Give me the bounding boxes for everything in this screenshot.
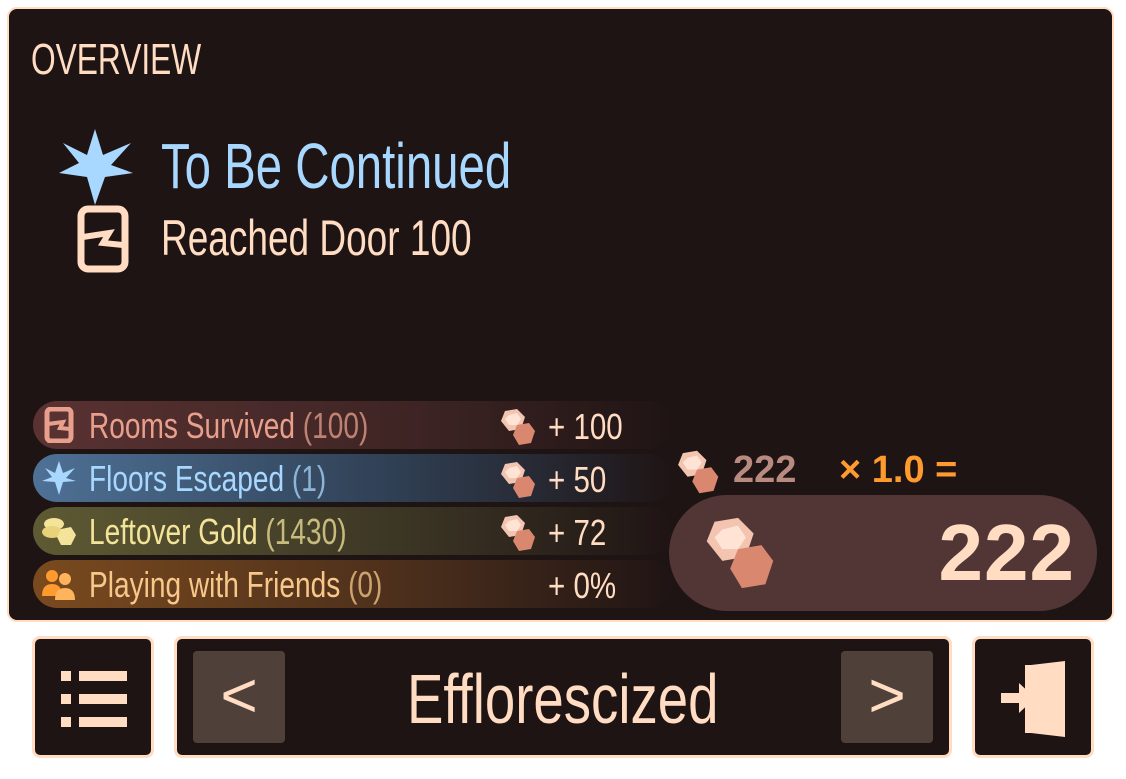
result-title: To Be Continued (161, 130, 512, 202)
exit-button[interactable] (972, 636, 1094, 758)
result-subtitle-row: Reached Door 100 (77, 205, 472, 275)
stat-row-floors: Floors Escaped (1) + 50 (33, 454, 673, 502)
stat-label-rooms: Rooms Survived (100) (89, 405, 369, 446)
room-name: Efflorescized (407, 660, 719, 738)
stat-value-friends: + 0% (548, 565, 617, 606)
knobs-icon (706, 517, 774, 589)
stat-value-gold: + 72 (548, 512, 607, 553)
overview-title: OVERVIEW (31, 35, 202, 84)
stat-row-rooms: Rooms Survived (100) + 100 (33, 401, 673, 449)
knobs-icon (501, 462, 535, 498)
star-icon (42, 461, 76, 495)
stat-value-floors: + 50 (548, 459, 607, 500)
stat-row-gold: Leftover Gold (1430) + 72 (33, 507, 673, 555)
knobs-icon (501, 409, 535, 445)
knobs-icon (501, 515, 535, 551)
total-box: 222 (669, 495, 1097, 611)
total-value: 222 (938, 508, 1075, 597)
result-title-row: To Be Continued (55, 127, 511, 207)
gold-coins-icon (42, 518, 76, 545)
next-room-button[interactable]: > (841, 651, 933, 743)
list-icon (61, 671, 127, 727)
knobs-icon (678, 450, 719, 494)
door-icon (44, 407, 74, 443)
stat-label-gold: Leftover Gold (1430) (89, 511, 347, 552)
friends-icon (42, 570, 75, 600)
stat-value-rooms: + 100 (548, 406, 623, 447)
subtotal: 222 (733, 449, 797, 491)
door-icon (77, 205, 129, 273)
list-button[interactable] (32, 636, 154, 758)
star-icon (59, 129, 133, 205)
overview-panel: OVERVIEW To Be Continued Reached Door 10… (7, 7, 1114, 622)
stat-row-friends: Playing with Friends (0) + 0% (33, 560, 673, 608)
result-subtitle: Reached Door 100 (161, 210, 472, 266)
exit-door-icon (1001, 661, 1065, 737)
stat-label-friends: Playing with Friends (0) (89, 564, 383, 605)
summary-line: 222 × 1.0 = (671, 447, 991, 499)
room-selector: < Efflorescized > (174, 636, 952, 758)
multiplier: × 1.0 = (839, 449, 958, 491)
stat-label-floors: Floors Escaped (1) (89, 458, 327, 499)
